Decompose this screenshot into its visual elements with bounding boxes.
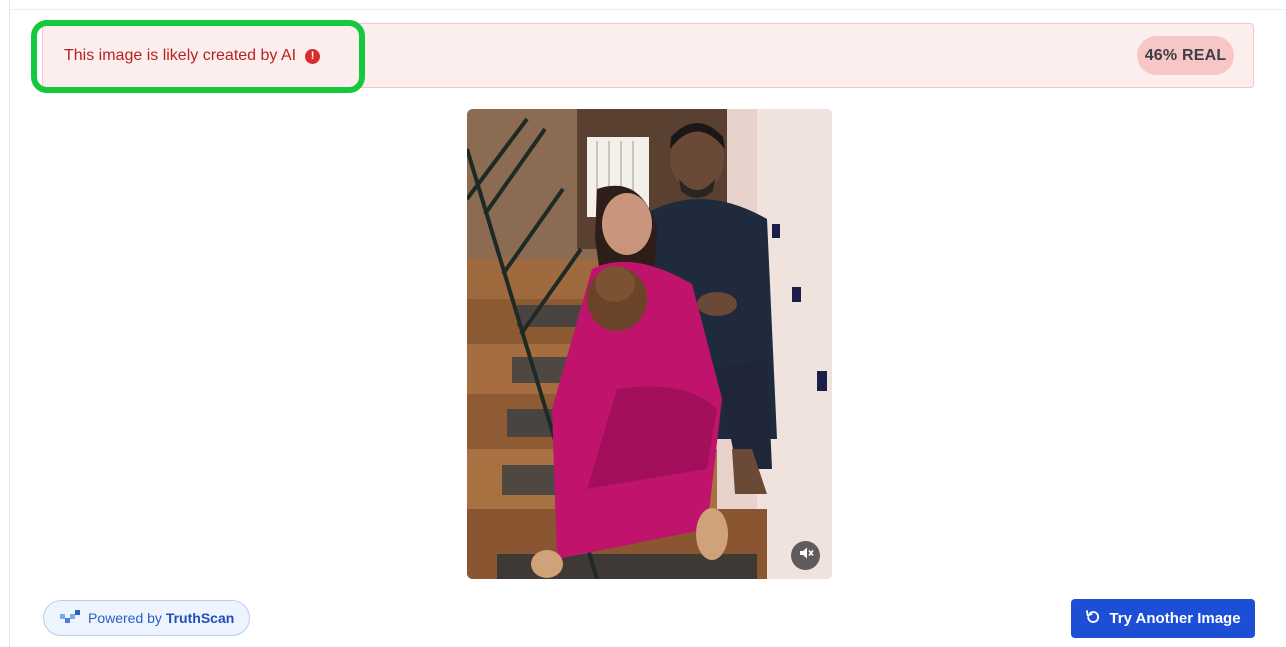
truthscan-logo-icon — [60, 609, 80, 627]
mute-button[interactable] — [791, 541, 820, 570]
annotation-highlight — [31, 20, 365, 93]
powered-by-brand: TruthScan — [165, 610, 235, 626]
analyzed-image — [467, 109, 832, 579]
top-divider — [10, 9, 1286, 10]
analyzed-photo-illustration — [467, 109, 832, 579]
powered-by-prefix: Powered by — [88, 610, 162, 626]
powered-by-text: Powered by TruthScan — [88, 610, 234, 626]
try-another-image-button[interactable]: Try Another Image — [1071, 599, 1255, 638]
left-divider — [9, 0, 10, 647]
real-score-badge: 46% REAL — [1137, 36, 1234, 75]
powered-by-link[interactable]: Powered by TruthScan — [43, 600, 250, 636]
try-another-image-label: Try Another Image — [1109, 610, 1241, 627]
refresh-icon — [1085, 609, 1101, 629]
speaker-muted-icon — [798, 545, 814, 566]
results-page: This image is likely created by AI ! 46%… — [0, 0, 1286, 647]
